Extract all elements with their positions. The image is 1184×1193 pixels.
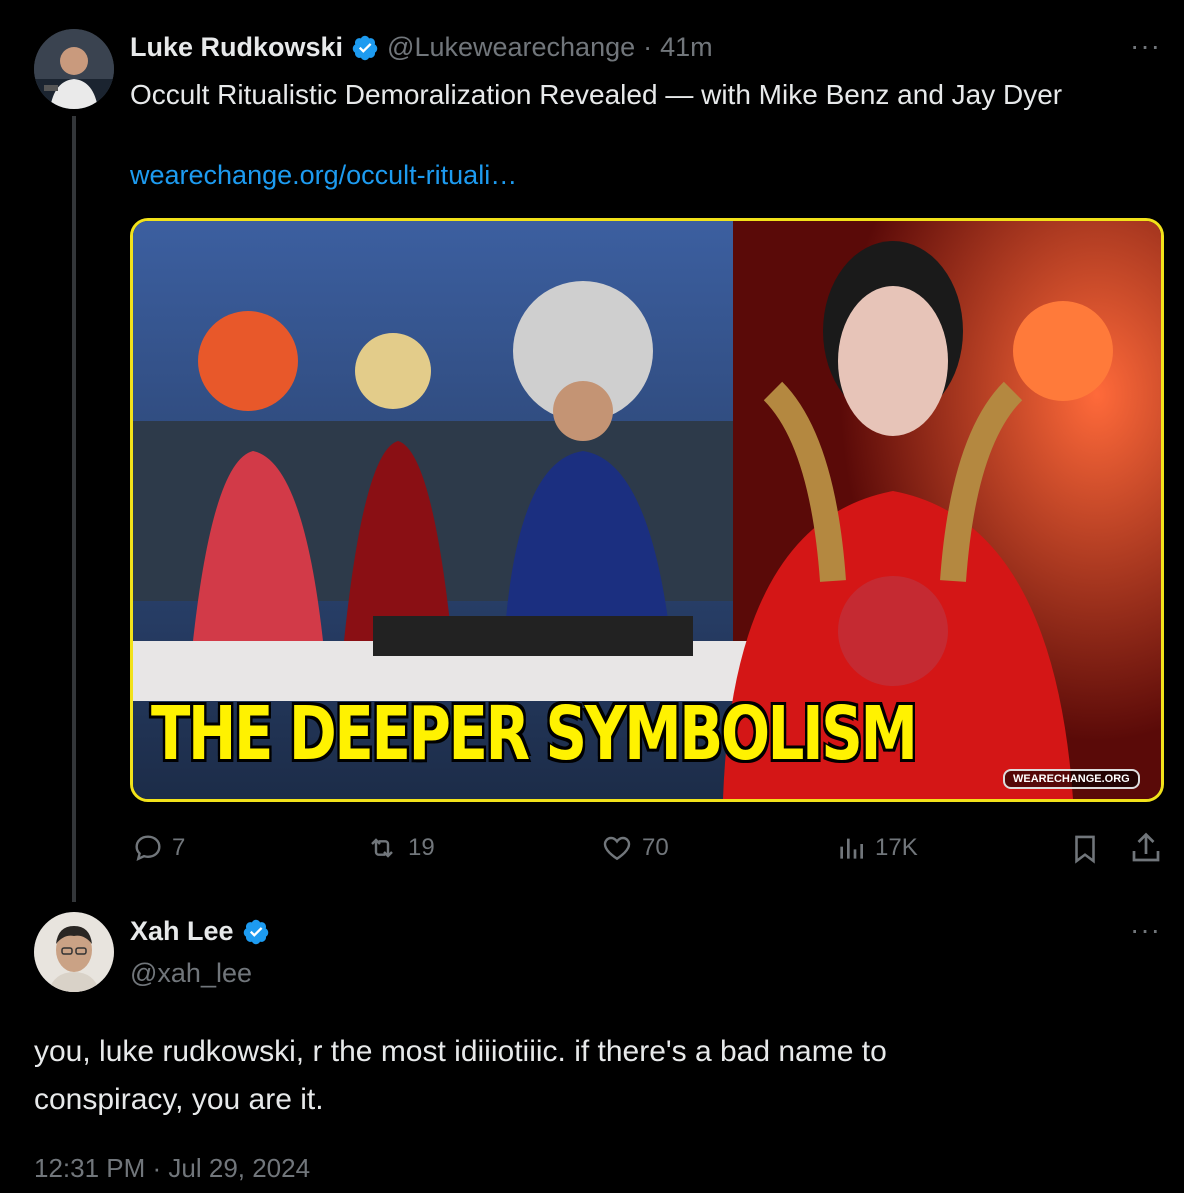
parent-tweet-header: Luke Rudkowski @Lukewearechange · 41m: [130, 32, 713, 63]
author-handle[interactable]: @xah_lee: [130, 958, 252, 989]
reply-text-line-1: you, luke rudkowski, r the most idiiioti…: [34, 1035, 887, 1068]
reply-count: 7: [172, 834, 186, 861]
thumbnail-headline: THE DEEPER SYMBOLISM: [151, 691, 918, 777]
more-horizontal-icon: ···: [1130, 30, 1161, 61]
parent-tweet-text: Occult Ritualistic Demoralization Reveal…: [130, 79, 1063, 110]
views-chart-icon: [840, 838, 863, 859]
author-name[interactable]: Xah Lee: [130, 916, 234, 947]
more-options-button[interactable]: ···: [1130, 914, 1161, 946]
tweet-timestamp[interactable]: 12:31 PM · Jul 29, 2024: [34, 1153, 310, 1184]
retweet-count: 19: [408, 834, 435, 861]
verified-badge-icon: [243, 919, 268, 944]
author-handle[interactable]: @Lukewearechange: [387, 32, 635, 63]
reply-button[interactable]: 7: [132, 832, 185, 864]
verified-badge-icon: [352, 35, 378, 60]
like-button[interactable]: 70: [600, 832, 669, 864]
avatar-xah-lee[interactable]: [34, 912, 114, 992]
share-button[interactable]: [1128, 830, 1164, 871]
thumbnail-watermark: WEARECHANGE.ORG: [1003, 769, 1140, 789]
bookmark-icon: [1075, 835, 1095, 864]
time-ago[interactable]: 41m: [660, 32, 713, 63]
retweet-button[interactable]: 19: [364, 832, 435, 864]
article-link[interactable]: wearechange.org/occult-rituali…: [130, 160, 517, 191]
bookmark-button[interactable]: [1068, 832, 1102, 871]
heart-icon: [603, 836, 631, 861]
author-name[interactable]: Luke Rudkowski: [130, 32, 343, 63]
link-preview-card[interactable]: THE DEEPER SYMBOLISM WEARECHANGE.ORG: [130, 218, 1164, 802]
views-count: 17K: [875, 834, 918, 861]
reply-icon: [135, 835, 161, 861]
retweet-icon: [371, 838, 393, 858]
thread-connector-line: [72, 116, 76, 902]
reply-tweet-text: you, luke rudkowski, r the most idiiioti…: [34, 1028, 887, 1124]
like-count: 70: [642, 834, 669, 861]
share-icon: [1132, 832, 1160, 862]
reply-text-line-2: conspiracy, you are it.: [34, 1083, 324, 1116]
avatar-luke-rudkowski[interactable]: [34, 29, 114, 109]
more-horizontal-icon: ···: [1130, 914, 1161, 945]
dot-separator: ·: [643, 32, 653, 62]
reply-tweet-header: Xah Lee: [130, 916, 270, 947]
more-options-button[interactable]: ···: [1130, 30, 1161, 62]
views-button[interactable]: 17K: [835, 832, 918, 864]
